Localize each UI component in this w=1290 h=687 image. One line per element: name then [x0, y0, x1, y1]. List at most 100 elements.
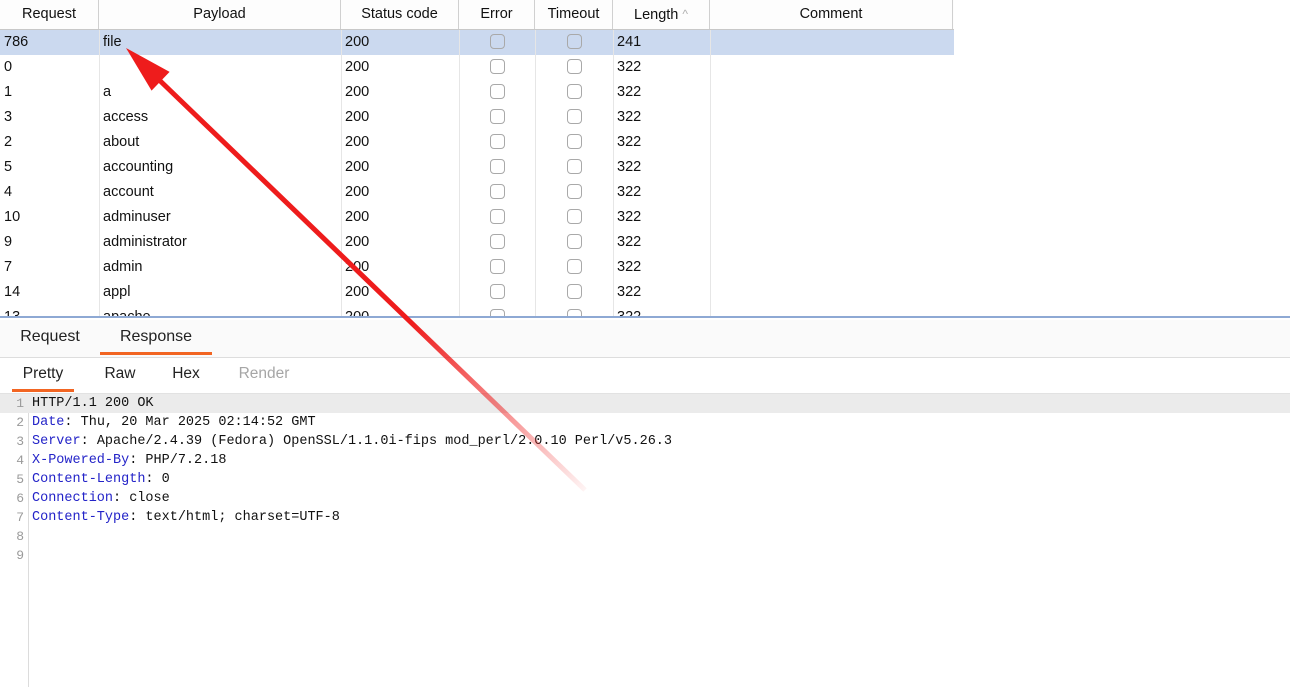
- checkbox-timeout[interactable]: [567, 59, 582, 74]
- table-row[interactable]: 3 access 200 322: [0, 105, 954, 130]
- checkbox-error[interactable]: [490, 84, 505, 99]
- checkbox-timeout[interactable]: [567, 209, 582, 224]
- cell-error: [459, 205, 535, 230]
- table-row[interactable]: 2 about 200 322: [0, 130, 954, 155]
- column-header-label: Comment: [799, 6, 863, 22]
- line-number: 3: [16, 434, 24, 449]
- column-header-length[interactable]: Length ^: [613, 0, 710, 29]
- cell-timeout: [535, 255, 613, 280]
- checkbox-error[interactable]: [490, 209, 505, 224]
- header-value: Apache/2.4.39 (Fedora) OpenSSL/1.1.0i-fi…: [88, 434, 673, 449]
- cell-length: 322: [613, 305, 710, 316]
- table-row[interactable]: 7 admin 200 322: [0, 255, 954, 280]
- cell-comment: [710, 105, 953, 130]
- table-row[interactable]: 786 file 200 241: [0, 30, 954, 55]
- cell-request: 5: [4, 159, 13, 175]
- cell-request: 786: [4, 34, 29, 50]
- checkbox-timeout[interactable]: [567, 34, 582, 49]
- column-header-status[interactable]: Status code: [341, 0, 459, 29]
- response-viewer[interactable]: 1 HTTP/1.1 200 OK 2 Date: Thu, 20 Mar 2025 …: [0, 394, 1290, 687]
- table-row[interactable]: 14 appl 200 322: [0, 280, 954, 305]
- header-separator: :: [64, 415, 73, 430]
- table-row[interactable]: 1 a 200 322: [0, 80, 954, 105]
- tab-label: Render: [238, 365, 290, 382]
- results-table[interactable]: Request Payload Status code Error Timeout Len…: [0, 0, 954, 316]
- checkbox-error[interactable]: [490, 109, 505, 124]
- checkbox-timeout[interactable]: [567, 84, 582, 99]
- code-line: 1 HTTP/1.1 200 OK: [0, 394, 1290, 413]
- sort-ascending-icon: ^: [682, 7, 688, 21]
- header-separator: :: [80, 434, 89, 449]
- tab-hex[interactable]: Hex: [164, 358, 208, 393]
- cell-payload: a: [103, 84, 112, 100]
- cell-length: 241: [617, 34, 642, 50]
- cell-payload: administrator: [103, 234, 187, 250]
- tab-pretty[interactable]: Pretty: [12, 358, 74, 393]
- tab-raw[interactable]: Raw: [96, 358, 144, 393]
- cell-status: 200: [345, 159, 370, 175]
- table-row[interactable]: 4 account 200 322: [0, 180, 954, 205]
- cell-length: 322: [617, 134, 642, 150]
- column-header-payload[interactable]: Payload: [99, 0, 341, 29]
- column-header-request[interactable]: Request: [0, 0, 99, 29]
- cell-length: 322: [617, 84, 642, 100]
- checkbox-error[interactable]: [490, 259, 505, 274]
- cell-request: 10: [4, 209, 21, 225]
- cell-request: 0: [4, 59, 13, 75]
- table-row[interactable]: 10 adminuser 200 322: [0, 205, 954, 230]
- line-number: 9: [16, 548, 24, 563]
- cell-error: [459, 255, 535, 280]
- code-line: 5 Content-Length: 0: [0, 470, 1290, 489]
- column-header-timeout[interactable]: Timeout: [535, 0, 613, 29]
- code-text: Content-Length: 0: [32, 470, 170, 489]
- column-divider: [459, 30, 460, 316]
- column-divider: [535, 30, 536, 316]
- table-row[interactable]: 0 200 322: [0, 55, 954, 80]
- checkbox-timeout[interactable]: [567, 184, 582, 199]
- column-divider: [710, 30, 711, 316]
- checkbox-timeout[interactable]: [567, 134, 582, 149]
- tab-request[interactable]: Request: [12, 320, 88, 357]
- cell-error: [459, 230, 535, 255]
- column-header-label: Error: [480, 6, 513, 22]
- cell-comment: [710, 80, 953, 105]
- attack-results-panel: Request Payload Status code Error Timeout Len…: [0, 0, 1290, 318]
- checkbox-timeout[interactable]: [567, 309, 582, 316]
- cell-status: 200: [345, 109, 370, 125]
- cell-length: 322: [617, 209, 642, 225]
- cell-error: [459, 30, 535, 55]
- column-header-comment[interactable]: Comment: [710, 0, 953, 29]
- checkbox-error[interactable]: [490, 159, 505, 174]
- checkbox-timeout[interactable]: [567, 109, 582, 124]
- checkbox-timeout[interactable]: [567, 284, 582, 299]
- checkbox-error[interactable]: [490, 34, 505, 49]
- checkbox-timeout[interactable]: [567, 259, 582, 274]
- checkbox-timeout[interactable]: [567, 159, 582, 174]
- table-row[interactable]: 5 accounting 200 322: [0, 155, 954, 180]
- table-row[interactable]: 9 administrator 200 322: [0, 230, 954, 255]
- cell-request: 1: [4, 84, 13, 100]
- column-header-label: Timeout: [547, 6, 600, 22]
- code-line: 2 Date: Thu, 20 Mar 2025 02:14:52 GMT: [0, 413, 1290, 432]
- view-tab-bar: Pretty Raw Hex Render: [0, 358, 1290, 394]
- checkbox-error[interactable]: [490, 284, 505, 299]
- column-header-error[interactable]: Error: [459, 0, 535, 29]
- checkbox-error[interactable]: [490, 59, 505, 74]
- results-table-body[interactable]: 786 file 200 241 0 200 322 1 a 200 322 3 access 200 32…: [0, 30, 954, 316]
- header-value: PHP/7.2.18: [137, 453, 227, 468]
- cell-timeout: [535, 55, 613, 80]
- cell-timeout: [535, 305, 613, 316]
- checkbox-error[interactable]: [490, 309, 505, 316]
- checkbox-timeout[interactable]: [567, 234, 582, 249]
- code-text: Date: Thu, 20 Mar 2025 02:14:52 GMT: [32, 413, 316, 432]
- cell-payload: accounting: [103, 159, 174, 175]
- tab-response[interactable]: Response: [100, 320, 212, 357]
- checkbox-error[interactable]: [490, 134, 505, 149]
- checkbox-error[interactable]: [490, 234, 505, 249]
- checkbox-error[interactable]: [490, 184, 505, 199]
- active-tab-underline: [100, 352, 212, 355]
- cell-timeout: [535, 30, 613, 55]
- cell-error: [459, 305, 535, 316]
- tab-label: Request: [20, 328, 80, 345]
- table-row[interactable]: 13apache200 322: [0, 305, 954, 316]
